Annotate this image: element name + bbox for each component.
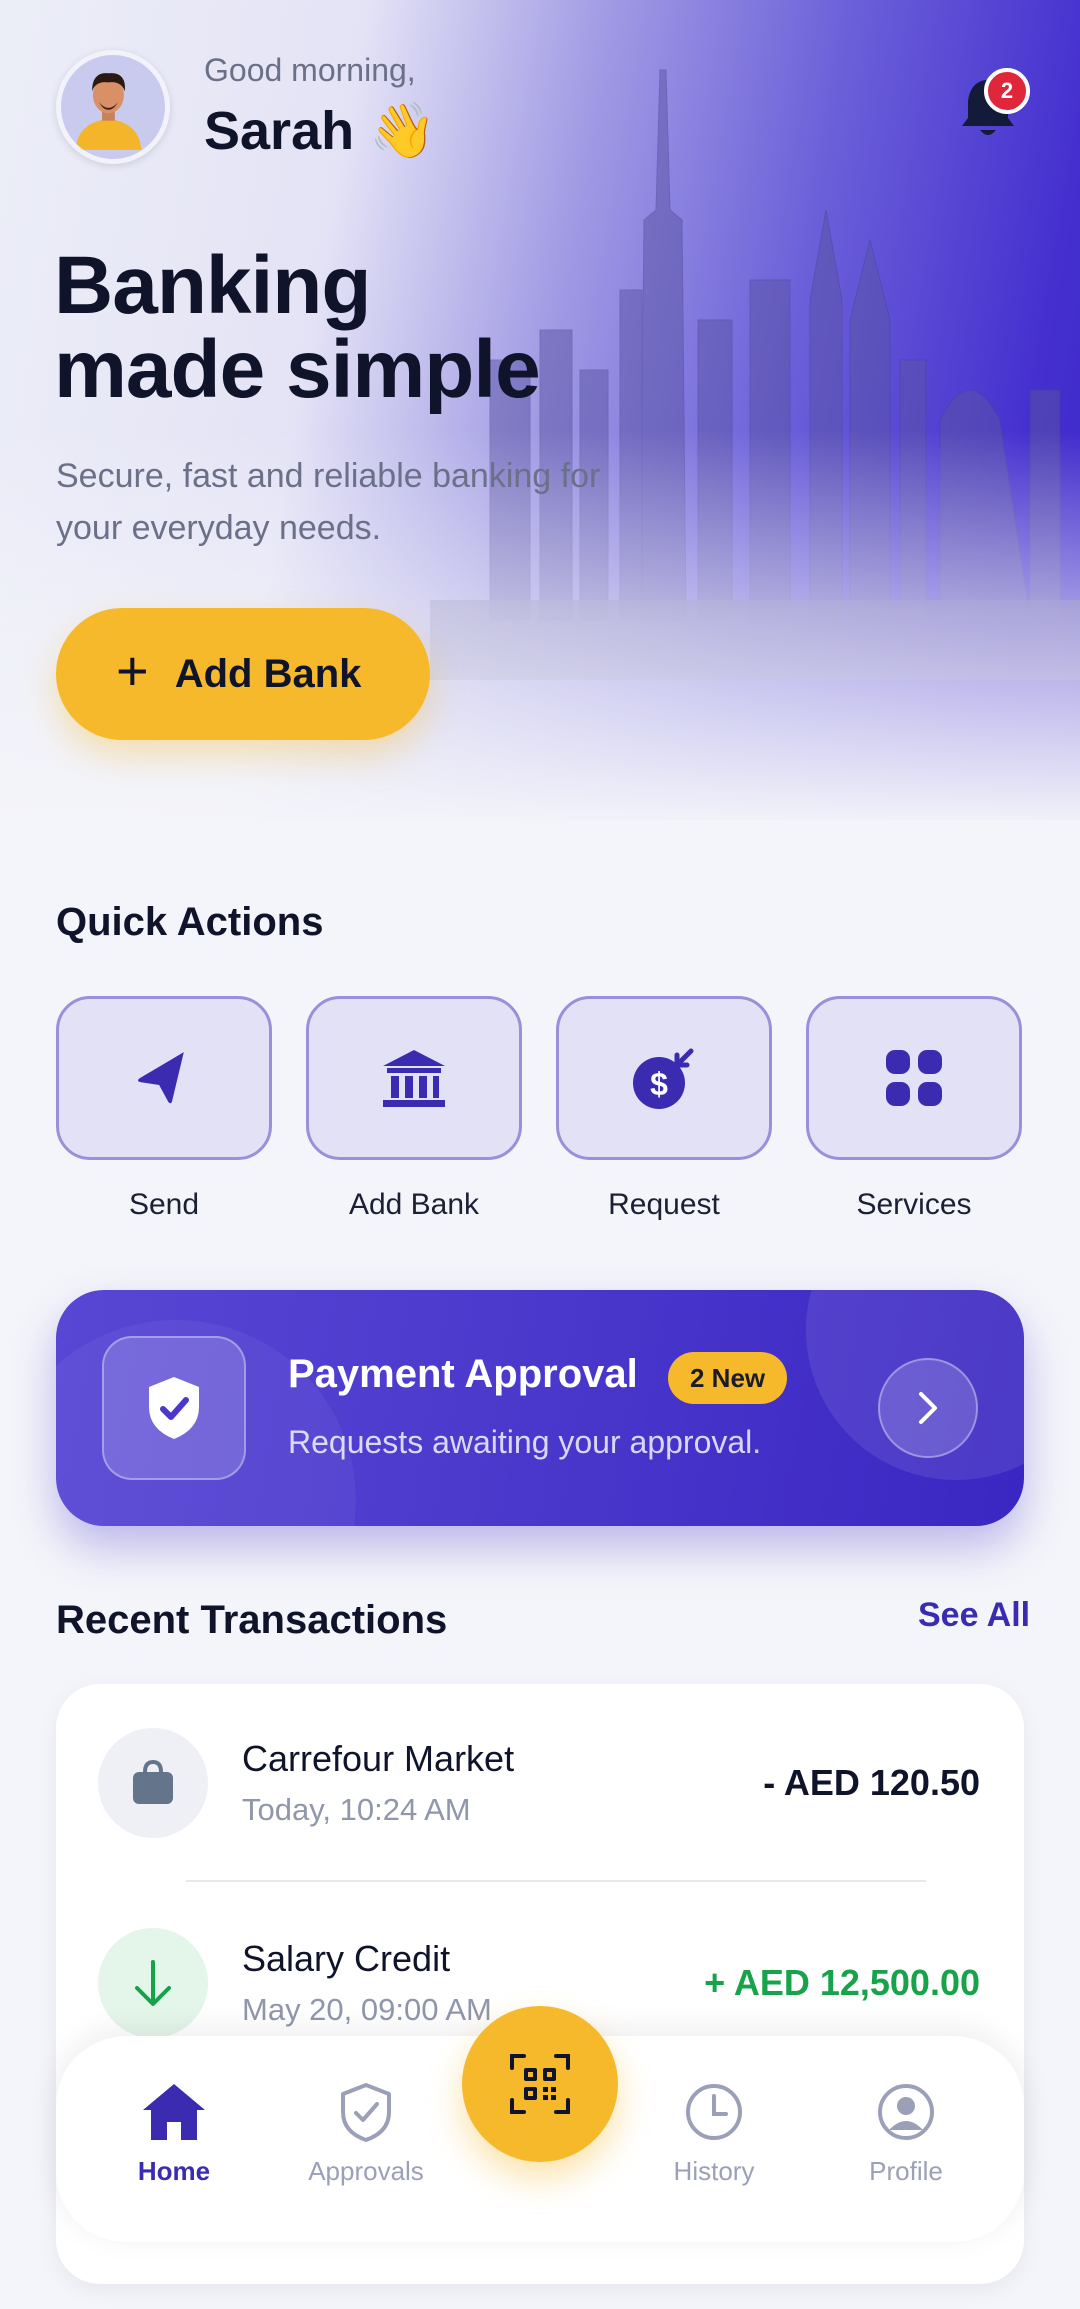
grid-icon [886, 1050, 942, 1106]
approval-shield-tile [102, 1336, 246, 1480]
svg-text:$: $ [650, 1066, 668, 1102]
approval-new-badge: 2 New [668, 1352, 788, 1404]
quick-action-label: Send [128, 1188, 200, 1221]
payment-approval-card[interactable]: Payment Approval 2 New Requests awaiting… [56, 1290, 1024, 1526]
nav-label-history: History [673, 2156, 755, 2186]
quick-action-label: Add Bank [348, 1188, 480, 1221]
quick-action-add-bank[interactable]: Add Bank [306, 996, 522, 1222]
quick-action-tile[interactable] [56, 996, 272, 1160]
hero-title-line2: made simple [54, 324, 541, 415]
nav-label-home: Home [137, 2156, 211, 2186]
chevron-right-icon [919, 1392, 937, 1424]
quick-action-services[interactable]: Services [806, 996, 1022, 1222]
nav-item-history[interactable]: History [634, 2082, 794, 2187]
transaction-time: May 20, 09:00 AM [242, 1992, 492, 2027]
notification-badge: 2 [984, 68, 1030, 114]
avatar[interactable] [56, 50, 170, 164]
transaction-name: Carrefour Market [242, 1738, 515, 1779]
approval-subtitle: Requests awaiting your approval. [288, 1424, 762, 1460]
nav-item-approvals[interactable]: Approvals [286, 2082, 446, 2187]
transaction-amount: - AED 120.50 [763, 1762, 980, 1803]
hero-subtitle: Secure, fast and reliable banking for yo… [56, 450, 696, 554]
quick-action-label: Request [608, 1188, 720, 1221]
nav-item-profile[interactable]: Profile [826, 2082, 986, 2187]
nav-label-approvals: Approvals [308, 2156, 424, 2186]
request-money-icon: $ [633, 1048, 694, 1109]
transaction-icon-wrap [98, 1728, 208, 1838]
transaction-icon-wrap [98, 1928, 208, 2038]
approval-title: Payment Approval [288, 1352, 638, 1396]
quick-action-request[interactable]: $ Request [556, 996, 772, 1222]
shield-check-icon [149, 1377, 199, 1439]
quick-actions-title: Quick Actions [56, 900, 324, 944]
quick-action-tile[interactable]: $ [556, 996, 772, 1160]
transaction-row[interactable]: Carrefour Market Today, 10:24 AM - AED 1… [56, 1684, 1024, 1884]
add-bank-button-label: Add Bank [174, 651, 362, 696]
qr-scan-button[interactable] [462, 2006, 618, 2162]
quick-action-send[interactable]: Send [56, 996, 272, 1222]
transaction-time: Today, 10:24 AM [242, 1792, 471, 1827]
hero-subtitle-line2: your everyday needs. [56, 509, 382, 547]
user-avatar-illustration [61, 55, 156, 150]
bank-icon [383, 1050, 445, 1107]
shield-check-icon [341, 2083, 391, 2142]
arrow-down-icon [135, 1960, 171, 2006]
quick-action-tile[interactable] [306, 996, 522, 1160]
quick-action-label: Services [856, 1188, 972, 1221]
add-bank-button[interactable]: + Add Bank [56, 608, 430, 740]
qr-scan-icon [510, 2054, 570, 2114]
transaction-divider [186, 1880, 926, 1882]
nav-item-home[interactable]: Home [94, 2082, 254, 2187]
quick-action-tile[interactable] [806, 996, 1022, 1160]
user-name: Sarah 👋 [204, 101, 437, 161]
shopping-bag-icon [133, 1760, 173, 1804]
approval-open-button[interactable] [878, 1358, 978, 1458]
plus-icon: + [116, 639, 149, 702]
hero-subtitle-line1: Secure, fast and reliable banking for [56, 457, 601, 495]
transaction-amount: + AED 12,500.00 [704, 1962, 980, 2003]
transaction-name: Salary Credit [242, 1938, 451, 1979]
user-icon [878, 2084, 934, 2140]
hero-title-line1: Banking [54, 240, 371, 331]
clock-icon [686, 2084, 742, 2140]
nav-label-profile: Profile [869, 2156, 943, 2186]
recent-transactions-title: Recent Transactions [56, 1598, 448, 1642]
see-all-link[interactable]: See All [918, 1596, 1030, 1635]
greeting-text: Good morning, [204, 52, 416, 88]
send-icon [138, 1052, 184, 1104]
home-icon [143, 2084, 205, 2140]
hero-title: Banking made simple [54, 240, 541, 415]
